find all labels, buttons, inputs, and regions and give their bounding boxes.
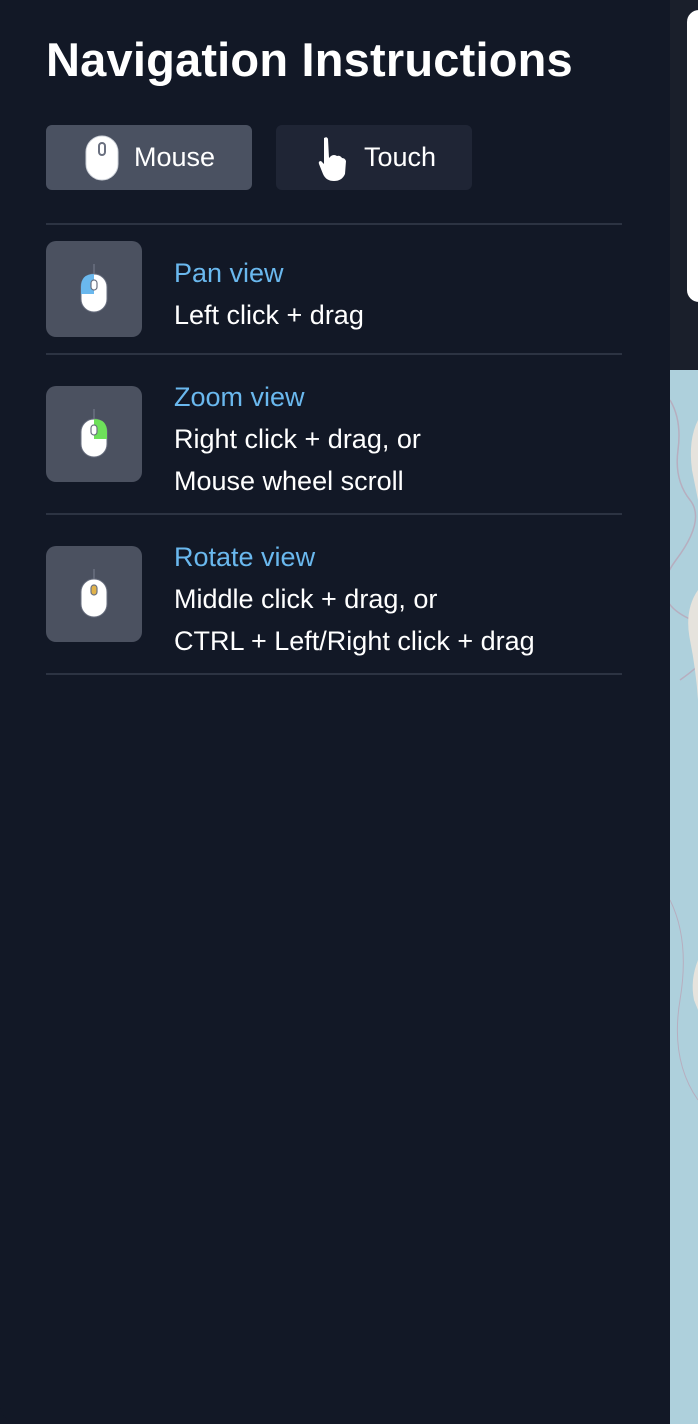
rotate-title: Rotate view <box>174 542 316 572</box>
mouse-icon <box>85 135 119 180</box>
navigation-instructions-panel: Navigation Instructions Mouse Touch Pan … <box>0 0 670 1424</box>
divider <box>46 673 622 675</box>
pan-description: Left click + drag <box>174 300 364 330</box>
rotate-description-line-1: Middle click + drag, or <box>174 584 438 614</box>
tab-mouse-label: Mouse <box>134 142 216 172</box>
tab-touch[interactable]: Touch <box>276 125 472 190</box>
zoom-description-line-2: Mouse wheel scroll <box>174 466 404 496</box>
rotate-icon-box <box>46 546 142 642</box>
mouse-middle-click-icon <box>80 569 108 618</box>
tab-mouse[interactable]: Mouse <box>46 125 252 190</box>
divider <box>46 223 622 225</box>
panel-title: Navigation Instructions <box>46 33 573 86</box>
pan-icon-box <box>46 241 142 337</box>
pan-text: Pan view Left click + drag <box>174 252 614 336</box>
zoom-text: Zoom view Right click + drag, or Mouse w… <box>174 376 614 502</box>
zoom-title: Zoom view <box>174 382 305 412</box>
divider <box>46 353 622 355</box>
input-mode-tabs: Mouse Touch <box>46 125 472 190</box>
divider <box>46 513 622 515</box>
rotate-text: Rotate view Middle click + drag, or CTRL… <box>174 536 614 662</box>
pointing-hand-icon <box>318 136 346 181</box>
mouse-left-click-icon <box>80 264 108 313</box>
tab-touch-label: Touch <box>364 142 437 172</box>
map-overlay-card <box>685 8 698 304</box>
zoom-description-line-1: Right click + drag, or <box>174 424 421 454</box>
pan-title: Pan view <box>174 258 284 288</box>
mouse-right-click-icon <box>80 409 108 458</box>
zoom-icon-box <box>46 386 142 482</box>
rotate-description-line-2: CTRL + Left/Right click + drag <box>174 626 535 656</box>
